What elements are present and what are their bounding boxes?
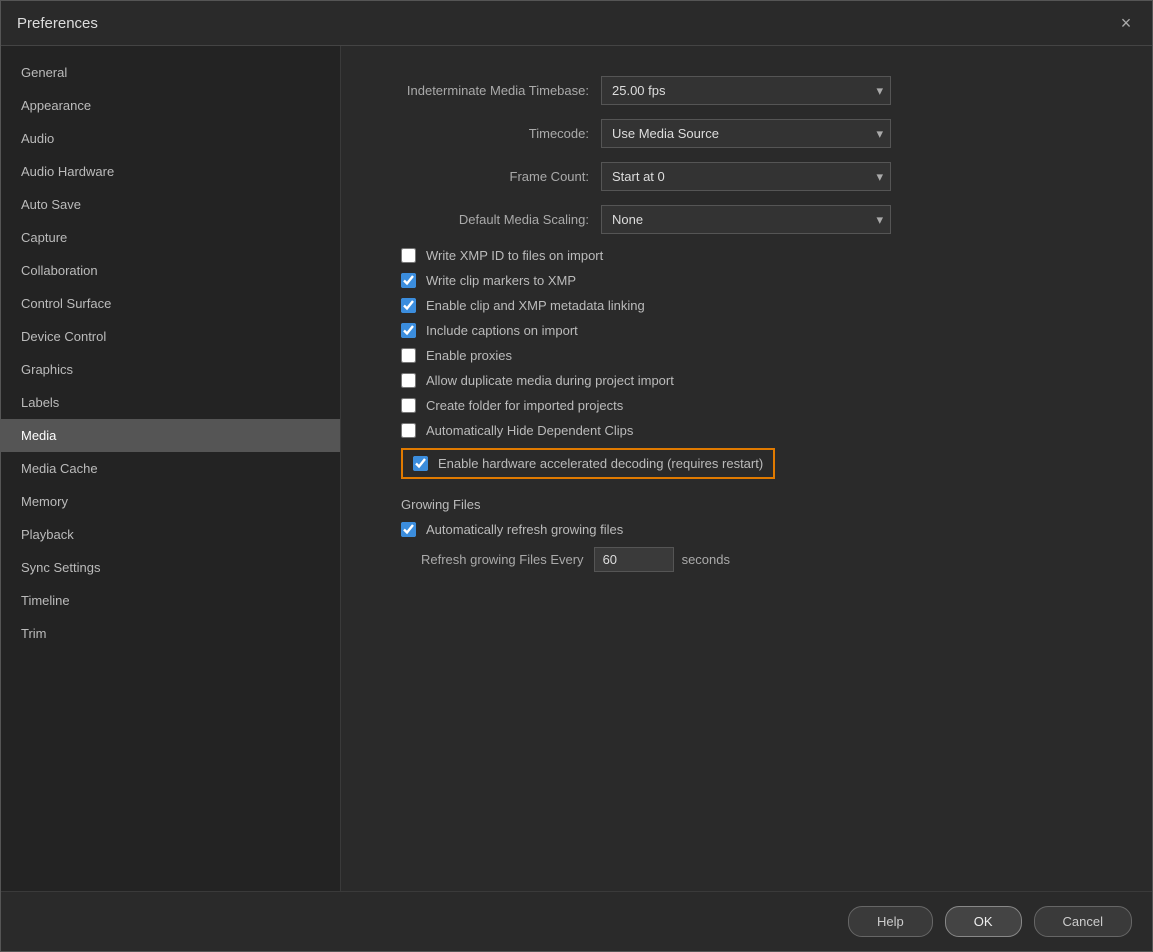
- sidebar-item-media-cache[interactable]: Media Cache: [1, 452, 340, 485]
- sidebar-item-general[interactable]: General: [1, 56, 340, 89]
- dialog-title: Preferences: [17, 15, 98, 32]
- checkbox-captions[interactable]: [401, 323, 416, 338]
- checkbox-hardware-label: Enable hardware accelerated decoding (re…: [438, 456, 763, 471]
- checkbox-row-captions: Include captions on import: [391, 323, 1112, 338]
- checkbox-row-proxies: Enable proxies: [391, 348, 1112, 363]
- checkbox-row-hide-dependent: Automatically Hide Dependent Clips: [391, 423, 1112, 438]
- sidebar-item-capture[interactable]: Capture: [1, 221, 340, 254]
- refresh-interval-input[interactable]: [594, 547, 674, 572]
- checkbox-proxies[interactable]: [401, 348, 416, 363]
- sidebar-item-audio[interactable]: Audio: [1, 122, 340, 155]
- checkbox-duplicate-label: Allow duplicate media during project imp…: [426, 373, 674, 388]
- refresh-interval-row: Refresh growing Files Every seconds: [391, 547, 1112, 572]
- checkbox-hide-dependent[interactable]: [401, 423, 416, 438]
- checkbox-captions-label: Include captions on import: [426, 323, 578, 338]
- checkbox-folder[interactable]: [401, 398, 416, 413]
- timecode-row: Timecode: Use Media Source Generate Star…: [381, 119, 1112, 148]
- content-panel: Indeterminate Media Timebase: 23.976 fps…: [341, 46, 1152, 891]
- refresh-unit-label: seconds: [682, 552, 730, 567]
- checkbox-row-duplicate: Allow duplicate media during project imp…: [391, 373, 1112, 388]
- sidebar-item-audio-hardware[interactable]: Audio Hardware: [1, 155, 340, 188]
- preferences-dialog: Preferences × General Appearance Audio A…: [0, 0, 1153, 952]
- frame-count-row: Frame Count: Start at 0 Start at 1 Timec…: [381, 162, 1112, 191]
- help-button[interactable]: Help: [848, 906, 933, 937]
- checkbox-hardware[interactable]: [413, 456, 428, 471]
- checkbox-row-metadata: Enable clip and XMP metadata linking: [391, 298, 1112, 313]
- sidebar-item-timeline[interactable]: Timeline: [1, 584, 340, 617]
- refresh-interval-label: Refresh growing Files Every: [421, 552, 584, 567]
- checkbox-xmp-label: Write XMP ID to files on import: [426, 248, 603, 263]
- checkbox-row-hardware-highlighted: Enable hardware accelerated decoding (re…: [401, 448, 775, 479]
- sidebar-item-media[interactable]: Media: [1, 419, 340, 452]
- ok-button[interactable]: OK: [945, 906, 1022, 937]
- checkbox-xmp[interactable]: [401, 248, 416, 263]
- title-bar: Preferences ×: [1, 1, 1152, 46]
- frame-count-select-wrapper: Start at 0 Start at 1 Timecode Conversio…: [601, 162, 891, 191]
- media-scaling-row: Default Media Scaling: None Set to Frame…: [381, 205, 1112, 234]
- sidebar-item-labels[interactable]: Labels: [1, 386, 340, 419]
- checkboxes-section: Write XMP ID to files on import Write cl…: [381, 248, 1112, 489]
- media-scaling-select[interactable]: None Set to Frame Size Scale to Frame Si…: [601, 205, 891, 234]
- checkbox-folder-label: Create folder for imported projects: [426, 398, 623, 413]
- timebase-select-wrapper: 23.976 fps 24.00 fps 25.00 fps 29.97 fps…: [601, 76, 891, 105]
- close-button[interactable]: ×: [1116, 13, 1136, 33]
- sidebar-item-device-control[interactable]: Device Control: [1, 320, 340, 353]
- checkbox-proxies-label: Enable proxies: [426, 348, 512, 363]
- checkbox-row-xmp: Write XMP ID to files on import: [391, 248, 1112, 263]
- checkbox-markers-label: Write clip markers to XMP: [426, 273, 576, 288]
- dialog-footer: Help OK Cancel: [1, 891, 1152, 951]
- timecode-label: Timecode:: [381, 126, 601, 141]
- checkbox-markers[interactable]: [401, 273, 416, 288]
- frame-count-label: Frame Count:: [381, 169, 601, 184]
- timecode-select-wrapper: Use Media Source Generate Start at 0: [601, 119, 891, 148]
- timebase-select[interactable]: 23.976 fps 24.00 fps 25.00 fps 29.97 fps…: [601, 76, 891, 105]
- cancel-button[interactable]: Cancel: [1034, 906, 1132, 937]
- sidebar-item-collaboration[interactable]: Collaboration: [1, 254, 340, 287]
- sidebar-item-sync-settings[interactable]: Sync Settings: [1, 551, 340, 584]
- media-scaling-select-wrapper: None Set to Frame Size Scale to Frame Si…: [601, 205, 891, 234]
- sidebar-item-auto-save[interactable]: Auto Save: [1, 188, 340, 221]
- timebase-row: Indeterminate Media Timebase: 23.976 fps…: [381, 76, 1112, 105]
- checkbox-metadata-label: Enable clip and XMP metadata linking: [426, 298, 645, 313]
- checkbox-auto-refresh-label: Automatically refresh growing files: [426, 522, 623, 537]
- sidebar: General Appearance Audio Audio Hardware …: [1, 46, 341, 891]
- sidebar-item-trim[interactable]: Trim: [1, 617, 340, 650]
- timebase-label: Indeterminate Media Timebase:: [381, 83, 601, 98]
- growing-files-section: Growing Files Automatically refresh grow…: [381, 497, 1112, 572]
- main-content: General Appearance Audio Audio Hardware …: [1, 46, 1152, 891]
- sidebar-item-memory[interactable]: Memory: [1, 485, 340, 518]
- sidebar-item-appearance[interactable]: Appearance: [1, 89, 340, 122]
- timecode-select[interactable]: Use Media Source Generate Start at 0: [601, 119, 891, 148]
- checkbox-metadata[interactable]: [401, 298, 416, 313]
- checkbox-row-markers: Write clip markers to XMP: [391, 273, 1112, 288]
- media-scaling-label: Default Media Scaling:: [381, 212, 601, 227]
- checkbox-duplicate[interactable]: [401, 373, 416, 388]
- checkbox-row-folder: Create folder for imported projects: [391, 398, 1112, 413]
- sidebar-item-graphics[interactable]: Graphics: [1, 353, 340, 386]
- frame-count-select[interactable]: Start at 0 Start at 1 Timecode Conversio…: [601, 162, 891, 191]
- growing-files-title: Growing Files: [391, 497, 1112, 512]
- checkbox-hide-dependent-label: Automatically Hide Dependent Clips: [426, 423, 633, 438]
- sidebar-item-playback[interactable]: Playback: [1, 518, 340, 551]
- checkbox-auto-refresh[interactable]: [401, 522, 416, 537]
- sidebar-item-control-surface[interactable]: Control Surface: [1, 287, 340, 320]
- checkbox-row-auto-refresh: Automatically refresh growing files: [391, 522, 1112, 537]
